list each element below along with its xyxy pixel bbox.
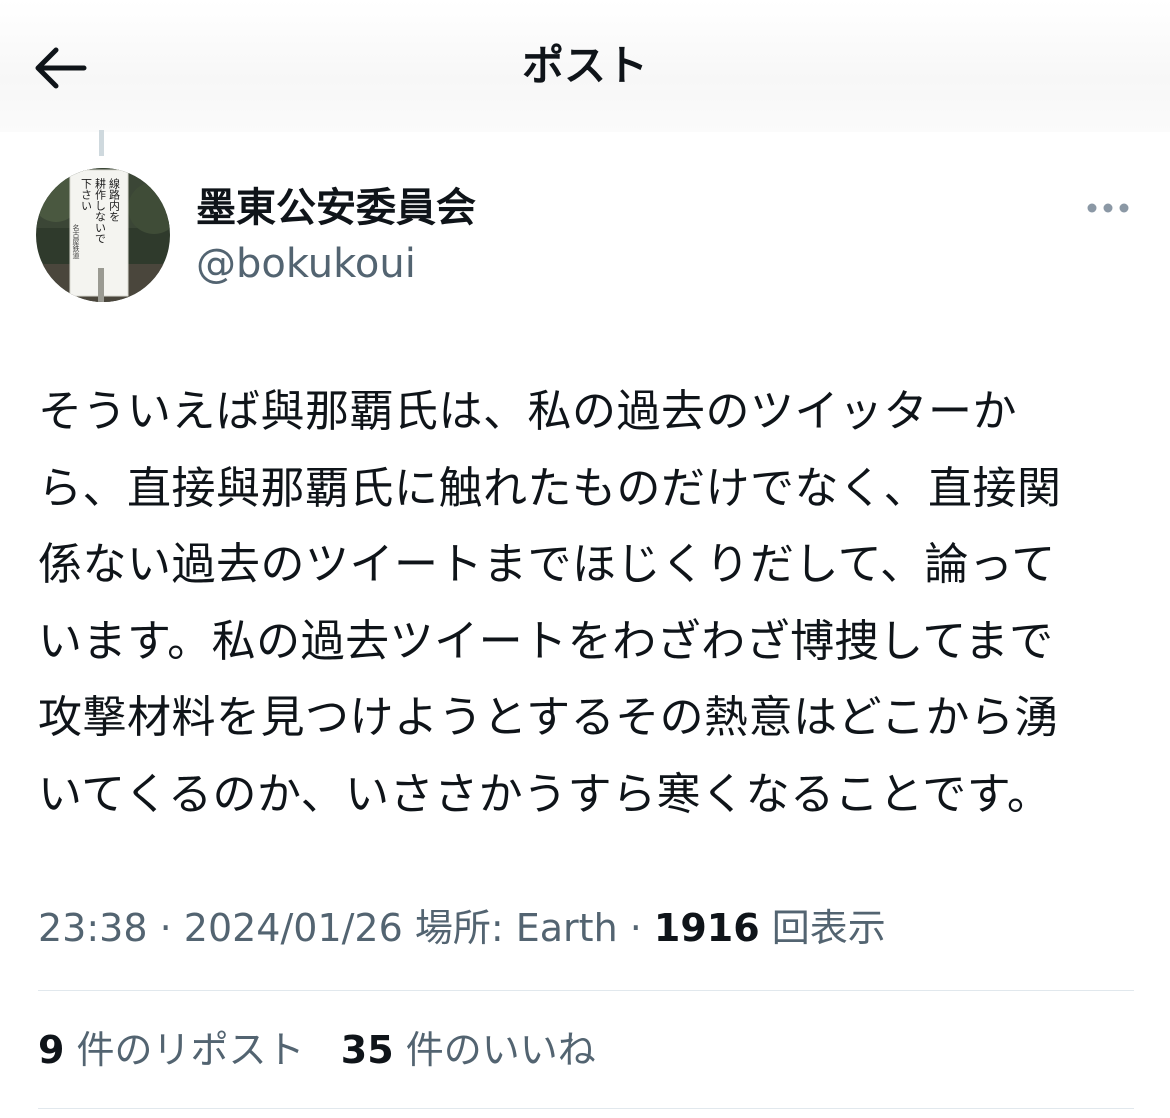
avatar-sign-line-4: 名古屋鉄道 (72, 223, 80, 260)
tweet-text: そういえば與那覇氏は、私の過去のツイッターか ら、直接與那覇氏に触れたものだけで… (38, 374, 1138, 833)
meta-separator: · (147, 906, 184, 950)
likes-label: 件のいいね (393, 1028, 596, 1072)
reposts-label: 件のリポスト (64, 1028, 305, 1072)
reposts-link[interactable]: 9 件のリポスト (38, 1028, 305, 1072)
tweet-text-line: いてくるのか、いささかうすら寒くなることです。 (38, 768, 1052, 820)
likes-link[interactable]: 35 件のいいね (341, 1028, 596, 1072)
divider (38, 990, 1134, 991)
likes-count: 35 (340, 1028, 394, 1072)
view-count: 1916 (653, 906, 760, 950)
tweet-time[interactable]: 23:38 (38, 906, 148, 950)
tweet-meta: 23:38 · 2024/01/26 場所: Earth · 1916 回表示 (38, 900, 886, 956)
tweet-date[interactable]: 2024/01/26 (184, 906, 403, 950)
avatar-sign-line-2: 耕作しないで (94, 177, 107, 244)
author-display-name[interactable]: 墨東公安委員会 (196, 180, 476, 236)
more-options-button[interactable] (1080, 188, 1136, 228)
divider (38, 1108, 1134, 1109)
engagement-stats: 9 件のリポスト 35 件のいいね (38, 1022, 596, 1078)
thread-connector-line (99, 130, 104, 156)
author-handle[interactable]: @bokukoui (196, 236, 416, 292)
avatar-sign-line-3: 下さい (80, 178, 93, 211)
location-value: Earth (515, 906, 618, 950)
tweet-text-line: そういえば與那覇氏は、私の過去のツイッターか (38, 386, 1017, 437)
avatar-sign-line-1: 線路内を (108, 177, 121, 222)
view-count-label: 回表示 (759, 906, 886, 950)
reposts-count: 9 (38, 1028, 65, 1072)
page-title: ポスト (521, 41, 648, 90)
tweet-text-line: ら、直接與那覇氏に触れたものだけでなく、直接関 (38, 462, 1062, 514)
top-bar: ポスト (0, 0, 1170, 132)
meta-separator: · (617, 906, 654, 950)
tweet-text-line: 攻撃材料を見つけようとするその熱意はどこから湧 (38, 692, 1059, 743)
location-label: 場所: (402, 906, 516, 950)
more-horizontal-icon (1087, 203, 1129, 213)
tweet-text-line: います。私の過去ツイートをわざわざ博捜してまで (38, 615, 1054, 667)
tweet-text-line: 係ない過去のツイートまでほじくりだして、論って (38, 539, 1056, 590)
avatar[interactable]: 線路内を 耕作しないで 下さい 名古屋鉄道 (36, 168, 170, 302)
avatar-image: 線路内を 耕作しないで 下さい 名古屋鉄道 (36, 168, 170, 302)
